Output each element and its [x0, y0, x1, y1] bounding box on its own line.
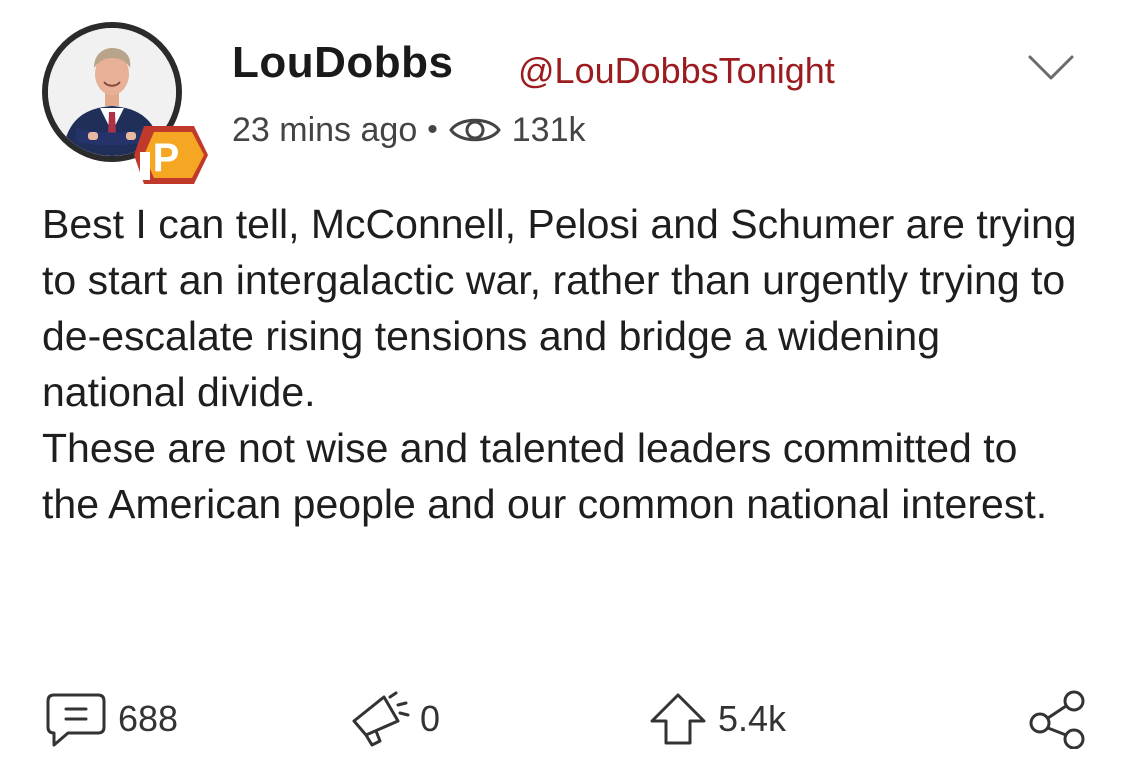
post-card: P LouDobbs @LouDobbsTonight 23 mins ago …	[0, 0, 1125, 770]
comment-count: 688	[118, 698, 179, 739]
post-paragraph: Best I can tell, McConnell, Pelosi and S…	[42, 201, 1077, 415]
comment-icon	[44, 689, 108, 749]
verified-badge-icon: P	[132, 122, 210, 188]
eye-icon	[448, 113, 502, 147]
share-button[interactable]	[1026, 688, 1086, 750]
post-meta: 23 mins ago • 131k	[232, 108, 585, 152]
post-paragraph: These are not wise and talented leaders …	[42, 425, 1048, 527]
upvote-button[interactable]: 5.4k	[648, 688, 786, 750]
meta-separator: •	[427, 113, 438, 146]
author-display-name[interactable]: LouDobbs	[232, 38, 454, 88]
echo-count: 0	[420, 698, 441, 739]
megaphone-icon	[346, 691, 410, 747]
echo-button[interactable]: 0	[346, 688, 440, 750]
upvote-count: 5.4k	[718, 698, 787, 739]
upvote-arrow-icon	[648, 691, 708, 747]
chevron-down-icon[interactable]	[1027, 52, 1075, 82]
view-count: 131k	[511, 110, 586, 149]
share-icon	[1026, 689, 1086, 749]
comment-button[interactable]: 688	[44, 688, 178, 750]
post-body: Best I can tell, McConnell, Pelosi and S…	[42, 196, 1082, 532]
post-timestamp: 23 mins ago	[232, 110, 418, 149]
svg-text:P: P	[153, 136, 180, 180]
author-handle[interactable]: @LouDobbsTonight	[518, 50, 835, 92]
